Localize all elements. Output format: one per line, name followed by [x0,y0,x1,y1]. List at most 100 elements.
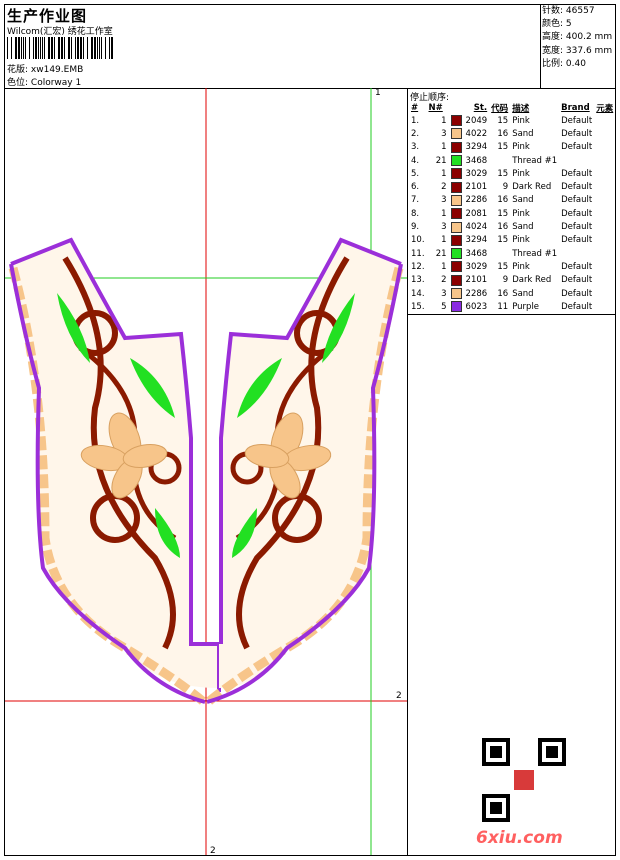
row-code: 15 [497,142,509,153]
row-swatch [449,247,464,260]
row-idx: 12. [411,261,425,272]
row-needle: 1 [441,115,447,126]
row-code [489,154,510,167]
row-swatch [449,274,464,287]
row-elem [594,154,615,167]
row-elem [594,287,615,300]
row-brand: Default [561,208,593,219]
row-swatch [449,167,464,180]
collar-left-panel [8,237,221,707]
table-row: 1. 1 2049 15 Pink Default [409,114,615,127]
row-needle: 3 [441,288,447,299]
color-swatch [450,301,462,313]
color-swatch [450,248,462,260]
table-row: 10. 1 3294 15 Pink Default [409,234,615,247]
barcode-icon [7,37,113,59]
studio-subtitle: Wilcom(汇宏) 绣花工作室 [7,27,113,37]
color-swatch [450,261,462,273]
row-desc: Pink [512,235,530,246]
row-stitches: 2081 [465,208,488,219]
row-swatch [449,260,464,273]
row-needle: 1 [441,208,447,219]
row-code: 16 [497,222,509,233]
row-brand: Default [561,182,593,193]
row-idx: 6. [411,182,420,193]
row-desc: Pink [512,261,530,272]
row-elem [594,114,615,127]
row-code: 16 [497,195,509,206]
row-brand: Default [561,128,593,139]
row-swatch [449,154,464,167]
row-idx: 8. [411,208,420,219]
row-idx: 9. [411,222,420,233]
table-row: 7. 3 2286 16 Sand Default [409,194,615,207]
row-brand: Default [561,142,593,153]
row-code: 15 [497,261,509,272]
row-swatch [449,287,464,300]
row-elem [594,207,615,220]
color-swatch [450,168,462,180]
row-elem [594,180,615,193]
panel-divider [407,88,408,856]
table-row: 12. 1 3029 15 Pink Default [409,260,615,273]
row-code: 15 [497,235,509,246]
row-swatch [449,207,464,220]
table-row: 6. 2 2101 9 Dark Red Default [409,180,615,193]
watermark-text: 6xiu.com [476,828,563,848]
row-stitches: 2286 [465,195,488,206]
row-elem [594,274,615,287]
row-swatch [449,114,464,127]
color-swatch [450,208,462,220]
row-needle: 5 [441,301,447,312]
row-stitches: 2286 [465,288,488,299]
table-row: 3. 1 3294 15 Pink Default [409,141,615,154]
row-needle: 3 [441,222,447,233]
color-swatch [450,274,462,286]
thread-table: # N# St. 代码 描述 Brand 元素 1. 1 2049 15 Pink Def… [409,101,615,313]
row-needle: 3 [441,195,447,206]
row-code: 16 [497,128,509,139]
row-stitches: 2049 [465,115,488,126]
row-swatch [449,141,464,154]
row-desc: Pink [512,168,530,179]
row-desc: Thread #1 [512,248,558,259]
table-row: 2. 3 4022 16 Sand Default [409,127,615,140]
row-elem [594,260,615,273]
row-needle: 1 [441,261,447,272]
row-stitches: 3468 [465,155,488,166]
table-bottom-divider [407,314,616,315]
color-swatch [450,115,462,127]
row-desc: Thread #1 [512,155,558,166]
color-swatch [450,194,462,206]
col-elem: 元素 [596,103,614,114]
row-elem [594,127,615,140]
row-brand: Default [561,195,593,206]
table-row: 4. 21 3468 Thread #1 [409,154,615,167]
row-stitches: 2101 [465,182,488,193]
row-stitches: 2101 [465,275,488,286]
row-idx: 3. [411,142,420,153]
col-st: St. [473,102,488,113]
row-code: 9 [502,182,509,193]
row-code: 16 [497,288,509,299]
row-desc: Dark Red [512,275,552,286]
color-swatch [450,288,462,299]
row-brand [559,247,594,260]
col-code: 代码 [491,103,509,114]
row-idx: 15. [411,301,425,312]
row-code [489,247,510,260]
stat-colors: 颜色: 5 [542,19,572,30]
row-swatch [449,234,464,247]
color-swatch [450,181,462,193]
row-idx: 10. [411,235,425,246]
color-swatch [450,128,462,140]
row-code: 15 [497,208,509,219]
stats-panel: 针数: 46557 颜色: 5 高度: 400.2 mm 宽度: 337.6 m… [542,5,612,71]
row-swatch [449,300,464,313]
table-row: 14. 3 2286 16 Sand Default [409,287,615,300]
stat-width: 宽度: 337.6 mm [542,45,613,56]
row-code: 15 [497,115,509,126]
row-elem [594,220,615,233]
row-code: 9 [502,275,509,286]
row-desc: Dark Red [512,182,552,193]
